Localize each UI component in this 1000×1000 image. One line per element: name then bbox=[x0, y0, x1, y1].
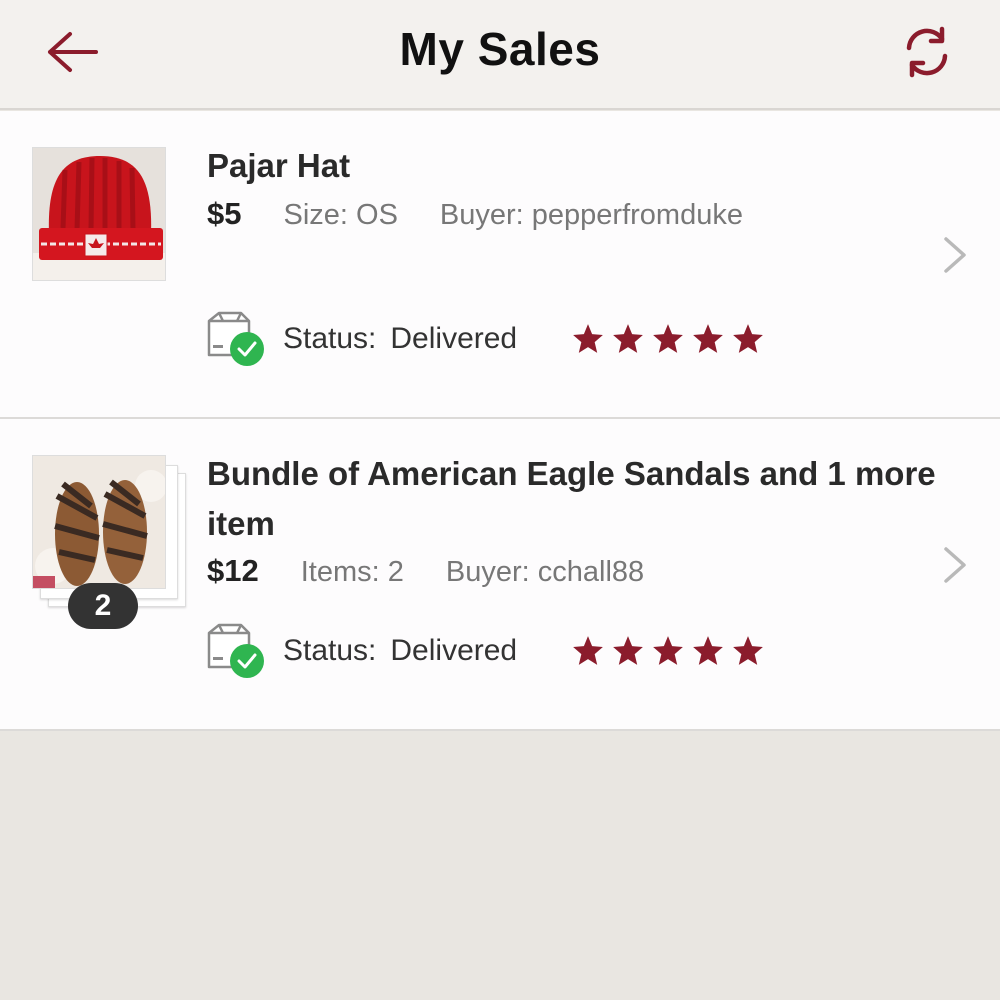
status-line: Status: Delivered bbox=[205, 311, 771, 367]
delivered-package-icon bbox=[205, 623, 267, 679]
star-icon bbox=[693, 324, 723, 353]
delivered-package-icon bbox=[205, 311, 267, 367]
sale-row[interactable]: 2 Bundle of American Eagle Sandals and 1… bbox=[0, 419, 1000, 731]
status-line: Status: Delivered bbox=[205, 623, 771, 679]
app-header: My Sales bbox=[0, 0, 1000, 110]
star-icon bbox=[573, 324, 603, 353]
star-icon bbox=[693, 636, 723, 665]
refresh-icon bbox=[906, 26, 948, 78]
item-count: Items: 2 bbox=[300, 556, 404, 588]
item-buyer: Buyer: cchall88 bbox=[445, 556, 645, 588]
star-icon bbox=[613, 636, 643, 665]
chevron-right-icon bbox=[944, 547, 966, 583]
sandals-image bbox=[33, 456, 165, 588]
item-title: Bundle of American Eagle Sandals and 1 m… bbox=[207, 455, 936, 542]
star-icon bbox=[653, 324, 683, 353]
red-hat-image bbox=[33, 148, 165, 280]
star-icon bbox=[653, 636, 683, 665]
chevron-right-icon bbox=[944, 237, 966, 273]
refresh-button[interactable] bbox=[896, 22, 958, 82]
star-icon bbox=[573, 636, 603, 665]
item-count-badge: 2 bbox=[68, 583, 138, 629]
item-price: $12 bbox=[207, 553, 259, 588]
star-icon bbox=[733, 636, 763, 665]
bundle-thumbnail-stack: 2 bbox=[32, 455, 192, 635]
item-size: Size: OS bbox=[283, 199, 398, 231]
item-thumbnail bbox=[32, 147, 166, 281]
item-price: $5 bbox=[207, 196, 242, 231]
status-value: Delivered bbox=[390, 634, 518, 667]
rating-stars bbox=[571, 322, 771, 356]
item-buyer: Buyer: pepperfromduke bbox=[439, 199, 743, 231]
item-title: Pajar Hat bbox=[207, 147, 351, 184]
rating-stars bbox=[571, 634, 771, 668]
sales-list: Pajar Hat $5 Size: OS Buyer: pepperfromd… bbox=[0, 111, 1000, 731]
status-label: Status: bbox=[283, 634, 377, 667]
star-icon bbox=[613, 324, 643, 353]
sale-row[interactable]: Pajar Hat $5 Size: OS Buyer: pepperfromd… bbox=[0, 111, 1000, 419]
star-icon bbox=[733, 324, 763, 353]
item-meta: $12 Items: 2 Buyer: cchall88 bbox=[207, 553, 644, 589]
page-title: My Sales bbox=[399, 23, 601, 75]
status-label: Status: bbox=[283, 322, 377, 355]
item-meta: $5 Size: OS Buyer: pepperfromduke bbox=[207, 196, 743, 232]
status-value: Delivered bbox=[390, 322, 518, 355]
item-thumbnail bbox=[32, 455, 166, 589]
